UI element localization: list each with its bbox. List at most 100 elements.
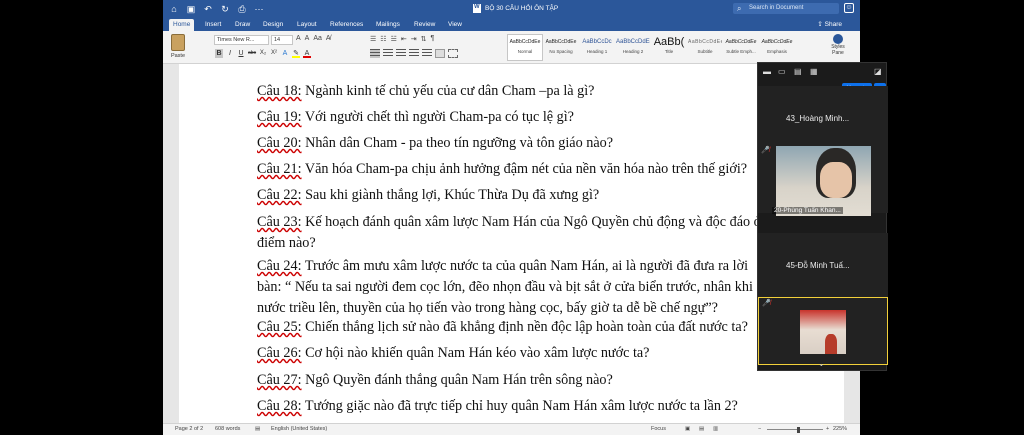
font-color-icon[interactable]: A bbox=[303, 49, 311, 58]
highlight-icon[interactable]: ✎ bbox=[292, 49, 300, 58]
zoom-slider[interactable] bbox=[767, 429, 823, 430]
question-26: Câu 26: Cơ hội nào khiến quân Nam Hán ké… bbox=[257, 343, 762, 364]
minimize-icon[interactable]: ▬ bbox=[763, 67, 771, 76]
align-left-icon[interactable] bbox=[370, 49, 380, 58]
increase-indent-icon[interactable]: ⇥ bbox=[411, 35, 417, 43]
question-25: Câu 25: Chiến thắng lịch sử nào đã khẳng… bbox=[257, 317, 762, 338]
print-layout-icon[interactable]: ▤ bbox=[699, 426, 704, 432]
undo-icon[interactable]: ↶ bbox=[203, 3, 213, 15]
word-count[interactable]: 608 words bbox=[215, 426, 240, 432]
change-case-icon[interactable]: Aa bbox=[313, 35, 322, 42]
proofing-icon[interactable]: ▤ bbox=[255, 426, 260, 432]
style-name: Subtle Emph... bbox=[726, 49, 756, 54]
grow-font-icon[interactable]: A bbox=[296, 35, 301, 42]
print-icon[interactable]: ⎙ bbox=[237, 3, 247, 15]
multilevel-list-icon[interactable]: ☱ bbox=[391, 35, 397, 43]
read-mode-icon[interactable]: ▣ bbox=[685, 426, 690, 432]
italic-button[interactable]: I bbox=[226, 49, 234, 58]
tab-review[interactable]: Review bbox=[410, 19, 439, 31]
language-label[interactable]: English (United States) bbox=[271, 426, 327, 432]
question-number: Câu 27: bbox=[257, 372, 302, 388]
question-number: Câu 22: bbox=[257, 187, 302, 203]
question-23: Câu 23: Kế hoạch đánh quân xâm lược Nam … bbox=[257, 212, 762, 254]
question-text: Kế hoạch đánh quân xâm lược Nam Hán của … bbox=[257, 214, 762, 251]
tab-home[interactable]: Home bbox=[169, 19, 195, 31]
status-bar: Page 2 of 2 608 words ▤ English (United … bbox=[163, 423, 860, 435]
participant-video bbox=[776, 146, 871, 216]
bullets-icon[interactable]: ☰ bbox=[370, 35, 376, 43]
participant-face bbox=[820, 162, 852, 198]
zoom-out-icon[interactable]: − bbox=[758, 426, 761, 432]
chevron-down-icon[interactable]: ⌄ bbox=[818, 359, 825, 368]
styles-pane-label: Styles Pane bbox=[831, 44, 845, 56]
align-center-icon[interactable] bbox=[383, 49, 393, 58]
underline-button[interactable]: U bbox=[237, 49, 245, 58]
strikethrough-button[interactable]: abc bbox=[248, 49, 256, 58]
save-icon[interactable]: ▣ bbox=[186, 3, 196, 15]
web-layout-icon[interactable]: ▥ bbox=[713, 426, 718, 432]
home-icon[interactable]: ⌂ bbox=[169, 3, 179, 15]
decrease-indent-icon[interactable]: ⇤ bbox=[401, 35, 407, 43]
style-heading-1[interactable]: AaBbCcDc Heading 1 bbox=[579, 34, 615, 61]
style-no-spacing[interactable]: AaBbCcDdEe No Spacing bbox=[543, 34, 579, 61]
superscript-button[interactable]: X² bbox=[270, 49, 278, 58]
borders-icon[interactable] bbox=[448, 49, 458, 58]
align-right-icon[interactable] bbox=[396, 49, 406, 58]
speaker-view-icon[interactable]: ▭ bbox=[778, 67, 786, 76]
question-number: Câu 26: bbox=[257, 345, 302, 361]
shrink-font-icon[interactable]: A bbox=[305, 35, 310, 42]
search-input[interactable]: ⌕ Search in Document bbox=[733, 3, 839, 14]
shading-icon[interactable] bbox=[435, 49, 445, 58]
participant-tile[interactable]: 45-Đỗ Minh Tuấ... bbox=[758, 233, 888, 301]
zoom-slider-handle[interactable] bbox=[797, 427, 800, 433]
style-heading-2[interactable]: AaBbCcDdEe Heading 2 bbox=[615, 34, 651, 61]
document-area[interactable]: Câu 18: Ngành kinh tế chủ yếu của cư dân… bbox=[163, 64, 860, 423]
clear-format-icon[interactable]: A̸ bbox=[326, 35, 331, 42]
style-subtle-emphasis[interactable]: AaBbCcDdEe Subtle Emph... bbox=[723, 34, 759, 61]
paste-button[interactable]: Paste bbox=[167, 34, 189, 59]
justify-icon[interactable] bbox=[409, 49, 419, 58]
numbering-icon[interactable]: ☷ bbox=[380, 35, 386, 43]
sort-icon[interactable]: ⇅ bbox=[421, 35, 427, 43]
style-emphasis[interactable]: AaBbCcDdEe Emphasis bbox=[759, 34, 795, 61]
document-page[interactable]: Câu 18: Ngành kinh tế chủ yếu của cư dân… bbox=[179, 64, 844, 423]
tab-design[interactable]: Design bbox=[259, 19, 287, 31]
question-19: Câu 19: Với người chết thì người Cham-pa… bbox=[257, 107, 762, 128]
zoom-level[interactable]: 225% bbox=[833, 426, 847, 432]
show-marks-icon[interactable]: ¶ bbox=[430, 35, 434, 43]
gallery-view-icon[interactable]: ▦ bbox=[810, 67, 818, 76]
question-number: Câu 20: bbox=[257, 135, 302, 151]
account-icon[interactable]: ☺ bbox=[844, 3, 854, 13]
redo-icon[interactable]: ↻ bbox=[220, 3, 230, 15]
participant-tile[interactable]: 🎤̸ 20-Phùng Tuấn Khan... bbox=[758, 145, 888, 216]
tab-layout[interactable]: Layout bbox=[293, 19, 321, 31]
exit-fullscreen-icon[interactable]: ◪ bbox=[874, 67, 882, 76]
styles-pane-button[interactable]: Styles Pane bbox=[826, 34, 850, 56]
participant-tile[interactable]: 43_Hoàng Minh... bbox=[758, 86, 888, 154]
focus-button[interactable]: Focus bbox=[651, 426, 666, 432]
text-effects-icon[interactable]: A bbox=[281, 49, 289, 58]
tab-insert[interactable]: Insert bbox=[201, 19, 225, 31]
style-title[interactable]: AaBb( Title bbox=[651, 34, 687, 61]
question-number: Câu 24: bbox=[257, 258, 302, 274]
line-spacing-icon[interactable] bbox=[422, 49, 432, 58]
font-size-select[interactable]: 14 bbox=[271, 35, 293, 45]
share-button[interactable]: ⇪ Share bbox=[817, 19, 842, 31]
tab-references[interactable]: References bbox=[326, 19, 367, 31]
style-normal[interactable]: AaBbCcDdEe Normal bbox=[507, 34, 543, 61]
font-name-select[interactable]: Times New R... bbox=[214, 35, 269, 45]
question-text: Nhân dân Cham - pa theo tín ngưỡng và tô… bbox=[301, 135, 614, 151]
question-number: Câu 19: bbox=[257, 109, 302, 125]
strip-view-icon[interactable]: ▤ bbox=[794, 67, 802, 76]
tab-view[interactable]: View bbox=[444, 19, 466, 31]
bold-button[interactable]: B bbox=[215, 49, 223, 58]
page-count[interactable]: Page 2 of 2 bbox=[175, 426, 203, 432]
subscript-button[interactable]: X₂ bbox=[259, 49, 267, 58]
tab-draw[interactable]: Draw bbox=[231, 19, 254, 31]
tab-mailings[interactable]: Mailings bbox=[372, 19, 404, 31]
zoom-in-icon[interactable]: + bbox=[826, 426, 829, 432]
participant-tile[interactable]: 🎤̸ bbox=[758, 297, 888, 365]
more-icon[interactable]: ⋯ bbox=[254, 3, 264, 15]
style-sample: AaBbCcDdEe bbox=[688, 39, 722, 45]
style-subtitle[interactable]: AaBbCcDdEe Subtitle bbox=[687, 34, 723, 61]
